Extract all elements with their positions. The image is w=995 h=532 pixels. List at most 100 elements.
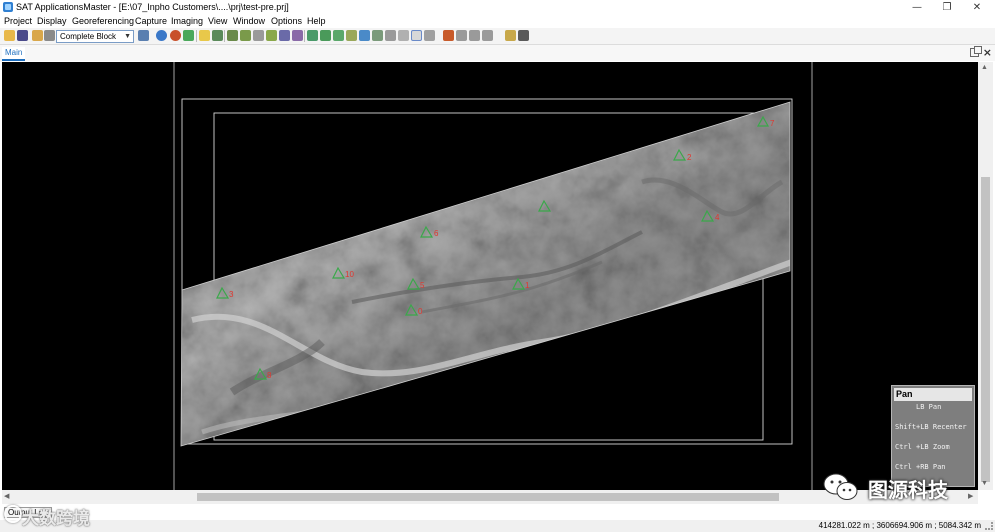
chevron-down-icon: ▼ xyxy=(124,33,131,40)
horizontal-scroll-thumb[interactable] xyxy=(197,493,779,501)
application-window: SAT ApplicationsMaster - [E:\07_Inpho Cu… xyxy=(0,0,995,532)
toolbar-separator xyxy=(224,30,225,42)
select-tool-icon[interactable] xyxy=(411,30,422,41)
toolbar-separator xyxy=(304,30,305,42)
print-icon[interactable] xyxy=(44,30,55,41)
gcp-label: 1 xyxy=(525,281,530,290)
menu-window[interactable]: Window xyxy=(233,16,265,26)
window-title: SAT ApplicationsMaster - [E:\07_Inpho Cu… xyxy=(16,2,289,12)
help-panel-title: Pan xyxy=(894,388,972,401)
wechat-logo-icon xyxy=(823,473,858,500)
range-icon[interactable] xyxy=(482,30,493,41)
satellite-image-strip xyxy=(181,102,790,446)
color-icon[interactable] xyxy=(170,30,181,41)
globe-icon[interactable] xyxy=(156,30,167,41)
menu-georeferencing[interactable]: Georeferencing xyxy=(72,16,134,26)
refresh-icon[interactable] xyxy=(346,30,357,41)
help-action: +RB Pan xyxy=(916,463,946,471)
select-icon[interactable] xyxy=(292,30,303,41)
stack-icon[interactable] xyxy=(279,30,290,41)
gcp-label: 6 xyxy=(434,229,439,238)
help-key: Shift xyxy=(895,423,917,431)
tools-icon[interactable] xyxy=(398,30,409,41)
open-folder-icon[interactable] xyxy=(4,30,15,41)
edit-icon[interactable] xyxy=(32,30,43,41)
point-icon[interactable] xyxy=(212,30,223,41)
next-icon[interactable] xyxy=(385,30,396,41)
menu-help[interactable]: Help xyxy=(307,16,326,26)
close-tab-icon[interactable]: × xyxy=(983,46,992,59)
block-select-dropdown[interactable]: Complete Block ▼ xyxy=(56,30,134,43)
menu-project[interactable]: Project xyxy=(4,16,32,26)
gcp-label: 10 xyxy=(345,270,354,279)
watermark-text: 大数跨境 xyxy=(22,509,90,529)
move-icon[interactable] xyxy=(307,30,318,41)
watermark-logo-icon xyxy=(4,505,22,523)
app-logo-icon xyxy=(3,2,13,12)
document-tab-strip: Main × xyxy=(0,45,995,61)
compare-icon[interactable] xyxy=(253,30,264,41)
resize-grip-icon[interactable] xyxy=(985,522,993,530)
toolbar-separator xyxy=(196,30,197,42)
fit-icon[interactable] xyxy=(359,30,370,41)
cursor-coordinates: 414281.022 m ; 3606694.906 m ; 5084.342 … xyxy=(818,521,981,530)
scroll-left-arrow-icon[interactable]: ◀ xyxy=(4,492,9,500)
gcp-label: 8 xyxy=(267,371,272,380)
step-forward-icon[interactable] xyxy=(469,30,480,41)
help-key: Ctrl xyxy=(895,463,912,471)
close-button[interactable]: ✕ xyxy=(962,0,992,15)
prev-icon[interactable] xyxy=(372,30,383,41)
menu-capture[interactable]: Capture xyxy=(135,16,167,26)
menu-options[interactable]: Options xyxy=(271,16,302,26)
map-canvas[interactable]: 7 2 4 6 10 1 5 3 0 8 xyxy=(2,62,978,490)
help-row: Shift +LB Recenter xyxy=(895,423,974,443)
tab-main[interactable]: Main xyxy=(2,47,26,61)
pan-hand-icon[interactable] xyxy=(333,30,344,41)
tie-icon[interactable] xyxy=(227,30,238,41)
fullscreen-icon[interactable] xyxy=(443,30,454,41)
export-icon[interactable] xyxy=(518,30,529,41)
gcp-label: 0 xyxy=(418,307,423,316)
help-row: LB Pan xyxy=(895,403,974,423)
edit-point-icon[interactable] xyxy=(240,30,251,41)
gcp-label: 4 xyxy=(715,213,720,222)
help-action: LB Pan xyxy=(916,403,942,411)
warning-icon[interactable] xyxy=(199,30,210,41)
title-bar: SAT ApplicationsMaster - [E:\07_Inpho Cu… xyxy=(0,0,995,15)
zoom-dropdown-icon[interactable] xyxy=(424,30,435,41)
menu-imaging[interactable]: Imaging xyxy=(171,16,203,26)
gcp-label: 3 xyxy=(229,290,234,299)
block-select-value: Complete Block xyxy=(60,32,117,41)
menu-bar: Project Display Georeferencing Capture I… xyxy=(0,15,995,28)
watermark-brand: 图源科技 xyxy=(868,478,948,502)
mouse-help-panel: Pan LB Pan Shift +LB Recenter Ctrl +LB Z… xyxy=(891,385,975,487)
layers-icon[interactable] xyxy=(183,30,194,41)
toolbar: Complete Block ▼ xyxy=(0,28,995,45)
minimize-button[interactable]: — xyxy=(902,0,932,15)
scroll-down-arrow-icon[interactable]: ▼ xyxy=(981,480,988,487)
grid-icon[interactable] xyxy=(138,30,149,41)
help-row: Ctrl +LB Zoom xyxy=(895,443,974,463)
vertical-scrollbar[interactable]: ▲ ▼ xyxy=(978,62,993,490)
bottom-panel-tabs: Output Log xyxy=(0,505,995,520)
scroll-right-arrow-icon[interactable]: ▶ xyxy=(968,492,973,500)
gcp-label: 7 xyxy=(770,119,775,128)
scroll-up-arrow-icon[interactable]: ▲ xyxy=(981,64,988,71)
key-icon[interactable] xyxy=(505,30,516,41)
vertical-scroll-thumb[interactable] xyxy=(981,177,990,482)
save-icon[interactable] xyxy=(17,30,28,41)
menu-display[interactable]: Display xyxy=(37,16,67,26)
gcp-label: 5 xyxy=(420,281,425,290)
help-action: +LB Zoom xyxy=(916,443,950,451)
zoom-icon[interactable] xyxy=(320,30,331,41)
status-bar: 414281.022 m ; 3606694.906 m ; 5084.342 … xyxy=(0,520,995,532)
maximize-button[interactable]: ❐ xyxy=(932,0,962,15)
measure-icon[interactable] xyxy=(266,30,277,41)
gcp-label: 2 xyxy=(687,153,692,162)
help-key: Ctrl xyxy=(895,443,912,451)
map-viewport[interactable]: 7 2 4 6 10 1 5 3 0 8 xyxy=(2,62,978,490)
step-back-icon[interactable] xyxy=(456,30,467,41)
float-window-icon[interactable] xyxy=(970,46,982,57)
help-action: +LB Recenter xyxy=(916,423,967,431)
menu-view[interactable]: View xyxy=(208,16,227,26)
